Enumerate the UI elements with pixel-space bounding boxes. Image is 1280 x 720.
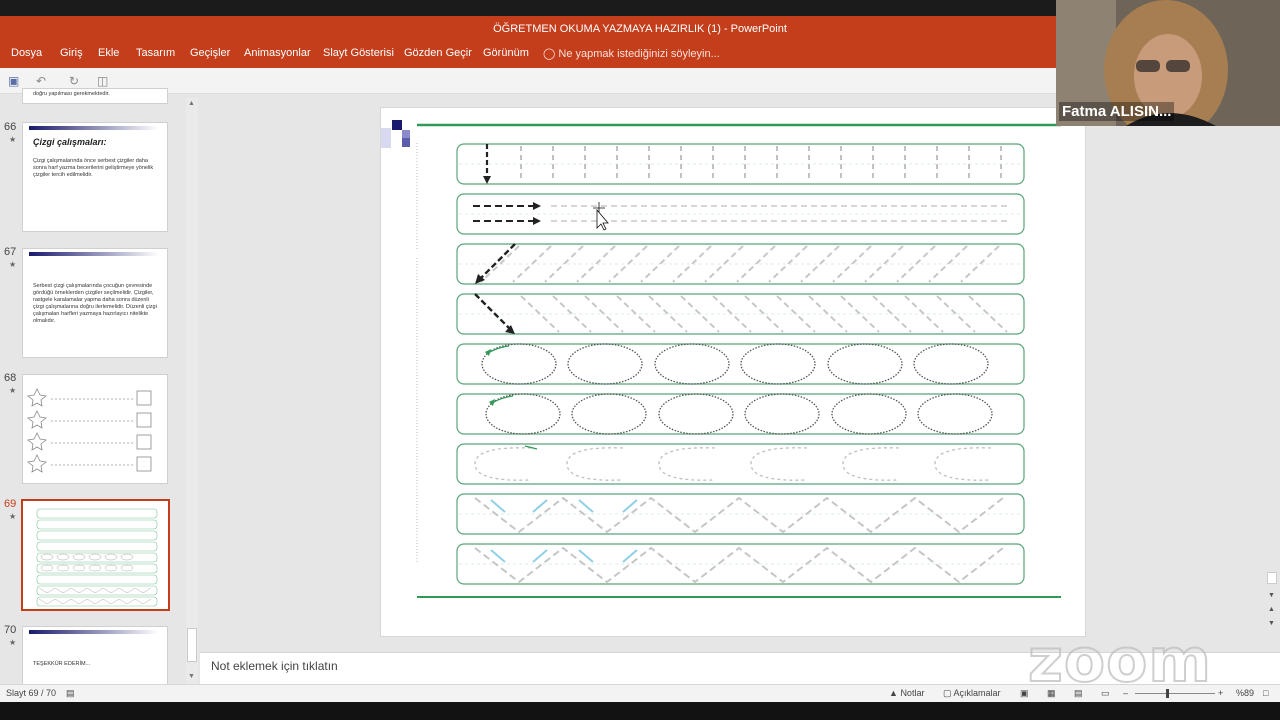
slide-number-70: 70	[4, 624, 17, 636]
tab-giris[interactable]: Giriş	[60, 47, 83, 59]
scroll-thumb[interactable]	[187, 628, 197, 662]
powerpoint-window: ÖĞRETMEN OKUMA YAZMAYA HAZIRLIK (1) - Po…	[0, 0, 1280, 720]
prev-slide-icon[interactable]: ▲	[1268, 606, 1275, 613]
tab-gozden-gecir[interactable]: Gözden Geçir	[404, 47, 472, 59]
thumb-text: Serbest çizgi çalışmalarında çocuğun çev…	[33, 283, 157, 324]
slide-thumb-69-selected[interactable]	[21, 499, 170, 611]
star-icon: ★	[9, 638, 17, 647]
tab-animasyonlar[interactable]: Animasyonlar	[244, 47, 311, 59]
notes-placeholder: Not eklemek için tıklatın	[211, 659, 338, 673]
thumb-text: TEŞEKKÜR EDERİM...	[33, 661, 91, 667]
slide-counter: Slayt 69 / 70	[6, 688, 57, 698]
current-slide[interactable]	[380, 107, 1086, 637]
comment-icon: ▢	[943, 688, 952, 698]
star-icon: ★	[9, 386, 17, 395]
slide-number-69: 69	[4, 498, 17, 510]
thumb-title: Çizgi çalışmaları:	[33, 137, 107, 147]
zoom-level[interactable]: %89	[1236, 688, 1254, 698]
participant-name: Fatma ALISIN...	[1059, 102, 1175, 121]
tab-gecisler[interactable]: Geçişler	[190, 47, 230, 59]
save-icon[interactable]: ▣	[8, 74, 19, 88]
slide-number-68: 68	[4, 372, 17, 384]
tab-ekle[interactable]: Ekle	[98, 47, 119, 59]
slide-thumb-70[interactable]: TEŞEKKÜR EDERİM...	[22, 626, 168, 686]
line-tracing-worksheet	[381, 120, 1061, 598]
bottom-black-bar	[0, 702, 1280, 720]
slide-thumbnail-pane: doğru yapılması gerekmektedir. 66 ★ Çizg…	[0, 88, 200, 686]
scroll-thumb[interactable]	[1267, 572, 1277, 584]
slide-thumb-partial[interactable]: doğru yapılması gerekmektedir.	[22, 88, 168, 104]
undo-icon[interactable]: ↶	[36, 74, 46, 88]
editor-scrollbar[interactable]: ▼ ▲ ▼	[1264, 94, 1280, 634]
star-icon: ★	[9, 260, 17, 269]
tab-tasarim[interactable]: Tasarım	[136, 47, 175, 59]
comments-toggle[interactable]: ▢ Açıklamalar	[943, 688, 1001, 699]
tell-me-box[interactable]: ◯ Ne yapmak istediğinizi söyleyin...	[543, 47, 720, 60]
comments-label: Açıklamalar	[953, 688, 1001, 698]
slide-thumb-68[interactable]	[22, 374, 168, 484]
notes-toggle[interactable]: ▲ Notlar	[889, 688, 924, 698]
title-bar	[29, 630, 159, 634]
fit-to-window-icon[interactable]: □	[1263, 688, 1268, 698]
thumbnail-scrollbar[interactable]: ▲ ▼	[186, 98, 198, 684]
notes-icon: ▲	[889, 688, 898, 698]
star-icon: ★	[9, 512, 17, 521]
redo-icon[interactable]: ↻	[69, 74, 79, 88]
tell-me-text: Ne yapmak istediğinizi söyleyin...	[558, 48, 720, 60]
line-worksheet-preview	[36, 508, 158, 607]
scroll-up-icon[interactable]: ▲	[188, 100, 195, 107]
slide-number-66: 66	[4, 121, 17, 133]
tab-slayt-gosterisi[interactable]: Slayt Gösterisi	[323, 47, 394, 59]
scroll-down-icon[interactable]: ▼	[188, 673, 195, 680]
participant-video: Fatma ALISIN...	[1056, 0, 1280, 126]
zoom-watermark: zoom	[1027, 625, 1212, 697]
notes-label: Notlar	[900, 688, 925, 698]
title-bar	[29, 126, 159, 130]
present-icon[interactable]: ◫	[97, 74, 108, 88]
tab-gorunum[interactable]: Görünüm	[483, 47, 529, 59]
slide-number-67: 67	[4, 246, 17, 258]
spelling-icon[interactable]: ▤	[66, 688, 75, 699]
star-gift-worksheet-preview	[27, 388, 152, 473]
tab-dosya[interactable]: Dosya	[11, 47, 42, 59]
scroll-down-icon[interactable]: ▼	[1268, 592, 1275, 599]
thumb-text: Çizgi çalışmalarında önce serbest çizgil…	[33, 158, 154, 178]
thumb-text: doğru yapılması gerekmektedir.	[33, 91, 110, 97]
title-bar	[29, 252, 159, 256]
next-slide-icon[interactable]: ▼	[1268, 620, 1275, 627]
zoom-in-button[interactable]: +	[1218, 688, 1223, 698]
lightbulb-icon: ◯	[543, 48, 556, 60]
slide-thumb-67[interactable]: Serbest çizgi çalışmalarında çocuğun çev…	[22, 248, 168, 358]
slide-thumb-66[interactable]: Çizgi çalışmaları: Çizgi çalışmalarında …	[22, 122, 168, 232]
star-icon: ★	[9, 135, 17, 144]
